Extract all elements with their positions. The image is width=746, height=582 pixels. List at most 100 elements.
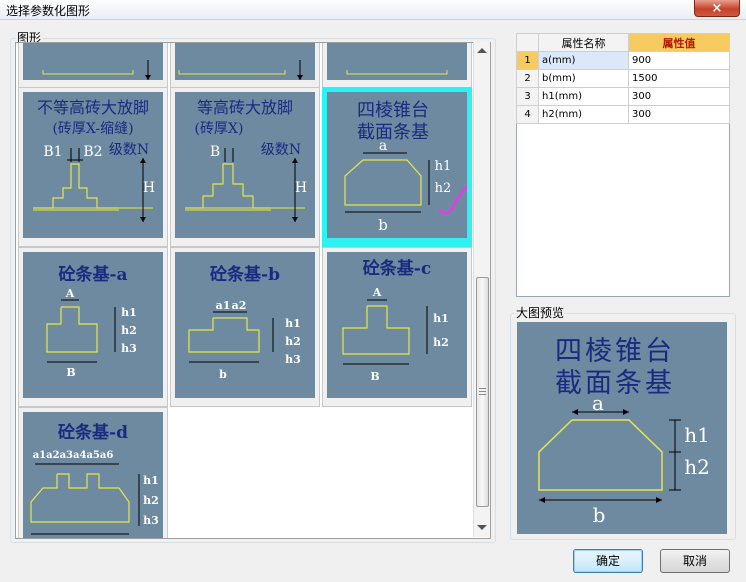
tile-8-a1: a1 (216, 299, 231, 312)
shape-tile-2[interactable] (170, 43, 320, 89)
tile-9-b: B (370, 370, 379, 383)
tile-4-subtitle: (砖厚X-缩缝) (52, 121, 133, 137)
tile-8-a2: a2 (232, 299, 247, 312)
tile-10-a: a1a2a3a4a5a6 (33, 450, 114, 461)
gallery-scrollbar[interactable] (473, 42, 490, 537)
row-number: 2 (516, 69, 539, 88)
window-title: 选择参数化图形 (6, 4, 91, 18)
tile-4-title: 不等高砖大放脚 (37, 98, 149, 117)
tile-2-preview (175, 43, 315, 80)
tile-8-h2: h2 (285, 335, 301, 348)
shape-tile-1[interactable] (18, 43, 168, 89)
tile-10-h2: h2 (143, 494, 159, 507)
tile-3-drawing (346, 70, 448, 75)
table-row[interactable]: 1 a(mm) 900 (516, 51, 730, 70)
property-value[interactable]: 300 (628, 87, 730, 106)
tile-6-preview: 四棱锥台 截面条基 a h1 h2 b (327, 92, 467, 238)
shape-tile-4[interactable]: 不等高砖大放脚 (砖厚X-缩缝) B1 B2 级数N H (18, 87, 168, 247)
preview-group-label: 大图预览 (514, 306, 567, 320)
scroll-up-icon[interactable] (477, 48, 487, 53)
property-name: h2(mm) (538, 105, 629, 124)
row-number: 3 (516, 87, 539, 106)
shape-tile-10[interactable]: 砼条基-d a1a2a3a4a5a6 h1 h2 h3 (18, 407, 168, 538)
property-name: b(mm) (538, 69, 629, 88)
tile-7-b: B (66, 366, 75, 379)
tile-6-a: a (379, 138, 387, 154)
scroll-down-icon[interactable] (477, 525, 487, 530)
tile-8-h3: h3 (285, 353, 301, 366)
tile-6-h1: h1 (435, 159, 452, 174)
tile-7-preview: 砼条基-a A h1 h2 h3 B (23, 252, 163, 398)
tile-8-drawing: 砼条基-b a1 a2 h1 h2 h3 b (188, 264, 301, 381)
tile-5-title: 等高砖大放脚 (197, 98, 293, 117)
property-table: 属性名称 属性值 1 a(mm) 900 2 b(mm) 1500 3 h1(m… (516, 33, 730, 124)
col-header-name: 属性名称 (538, 33, 629, 52)
preview-a: a (592, 391, 604, 415)
tile-6-h2: h2 (435, 181, 452, 196)
property-name: a(mm) (538, 51, 629, 70)
preview-b: b (593, 503, 606, 527)
table-row[interactable]: 2 b(mm) 1500 (516, 69, 730, 88)
shape-tile-9[interactable]: 砼条基-c A h1 h2 B (322, 247, 472, 407)
cancel-button[interactable]: 取消 (660, 549, 730, 573)
shape-tile-3[interactable] (322, 43, 472, 89)
tile-7-title: 砼条基-a (58, 264, 127, 285)
tile-5-n: 级数N (261, 142, 301, 158)
tile-4-b1: B1 (43, 144, 62, 160)
tile-4-preview: 不等高砖大放脚 (砖厚X-缩缝) B1 B2 级数N H (23, 92, 163, 238)
tile-8-b: b (219, 368, 227, 381)
tile-2-drawing (178, 60, 303, 80)
large-preview-drawing: 四棱锥台 截面条基 a h1 h2 b (538, 336, 710, 527)
tile-1-drawing (42, 60, 151, 80)
preview-subtitle: 截面条基 (555, 368, 675, 399)
tile-9-h2: h2 (433, 336, 449, 349)
tile-9-h1: h1 (433, 312, 449, 325)
shape-tile-6-selected[interactable]: 四棱锥台 截面条基 a h1 h2 b (322, 87, 472, 247)
corner-cell (516, 33, 539, 52)
tile-8-h1: h1 (285, 317, 301, 330)
tile-9-a: A (372, 286, 382, 299)
property-value[interactable]: 300 (628, 105, 730, 124)
large-preview: 四棱锥台 截面条基 a h1 h2 b (517, 322, 727, 534)
tile-4-h: H (143, 180, 155, 196)
row-number: 4 (516, 105, 539, 124)
tile-9-title: 砼条基-c (363, 258, 431, 279)
ok-button[interactable]: 确定 (573, 549, 643, 573)
tile-10-preview: 砼条基-d a1a2a3a4a5a6 h1 h2 h3 (23, 412, 163, 538)
preview-h2: h2 (684, 455, 710, 479)
close-button[interactable]: × (694, 0, 740, 17)
table-row[interactable]: 4 h2(mm) 300 (516, 105, 730, 124)
tile-6-title: 四棱锥台 (357, 100, 429, 121)
tile-5-preview: 等高砖大放脚 (砖厚X) B 级数N H (175, 92, 315, 238)
property-value[interactable]: 1500 (628, 69, 730, 88)
tile-10-title: 砼条基-d (58, 422, 128, 443)
tile-10-h1: h1 (143, 474, 159, 487)
shape-tile-7[interactable]: 砼条基-a A h1 h2 h3 B (18, 247, 168, 407)
table-row[interactable]: 3 h1(mm) 300 (516, 87, 730, 106)
tile-4-drawing: 不等高砖大放脚 (砖厚X-缩缝) B1 B2 级数N H (33, 98, 155, 222)
tile-7-a: A (65, 287, 75, 300)
property-value[interactable]: 900 (628, 51, 730, 70)
tile-9-preview: 砼条基-c A h1 h2 B (327, 252, 467, 398)
property-name: h1(mm) (538, 87, 629, 106)
tile-6-drawing: 四棱锥台 截面条基 a h1 h2 b (344, 100, 467, 234)
tile-5-h: H (295, 180, 307, 196)
shape-gallery[interactable]: 不等高砖大放脚 (砖厚X-缩缝) B1 B2 级数N H 等高砖大放脚 (砖厚X… (15, 42, 491, 539)
tile-6-b: b (378, 216, 388, 234)
tile-5-subtitle: (砖厚X) (195, 121, 244, 137)
tile-9-drawing: 砼条基-c A h1 h2 B (342, 258, 449, 383)
col-header-value: 属性值 (628, 33, 730, 52)
tile-7-drawing: 砼条基-a A h1 h2 h3 B (46, 264, 137, 379)
preview-title: 四棱锥台 (555, 336, 675, 367)
tile-10-h3: h3 (143, 514, 159, 527)
scrollbar-thumb[interactable] (476, 277, 489, 507)
tile-7-h3: h3 (121, 342, 137, 355)
tile-7-h2: h2 (121, 324, 137, 337)
tile-4-b2: B2 (83, 144, 102, 160)
tile-5-drawing: 等高砖大放脚 (砖厚X) B 级数N H (185, 98, 307, 222)
shape-tile-8[interactable]: 砼条基-b a1 a2 h1 h2 h3 b (170, 247, 320, 407)
tile-1-preview (23, 43, 163, 80)
close-icon: × (711, 1, 723, 16)
tile-3-preview (327, 43, 467, 80)
shape-tile-5[interactable]: 等高砖大放脚 (砖厚X) B 级数N H (170, 87, 320, 247)
